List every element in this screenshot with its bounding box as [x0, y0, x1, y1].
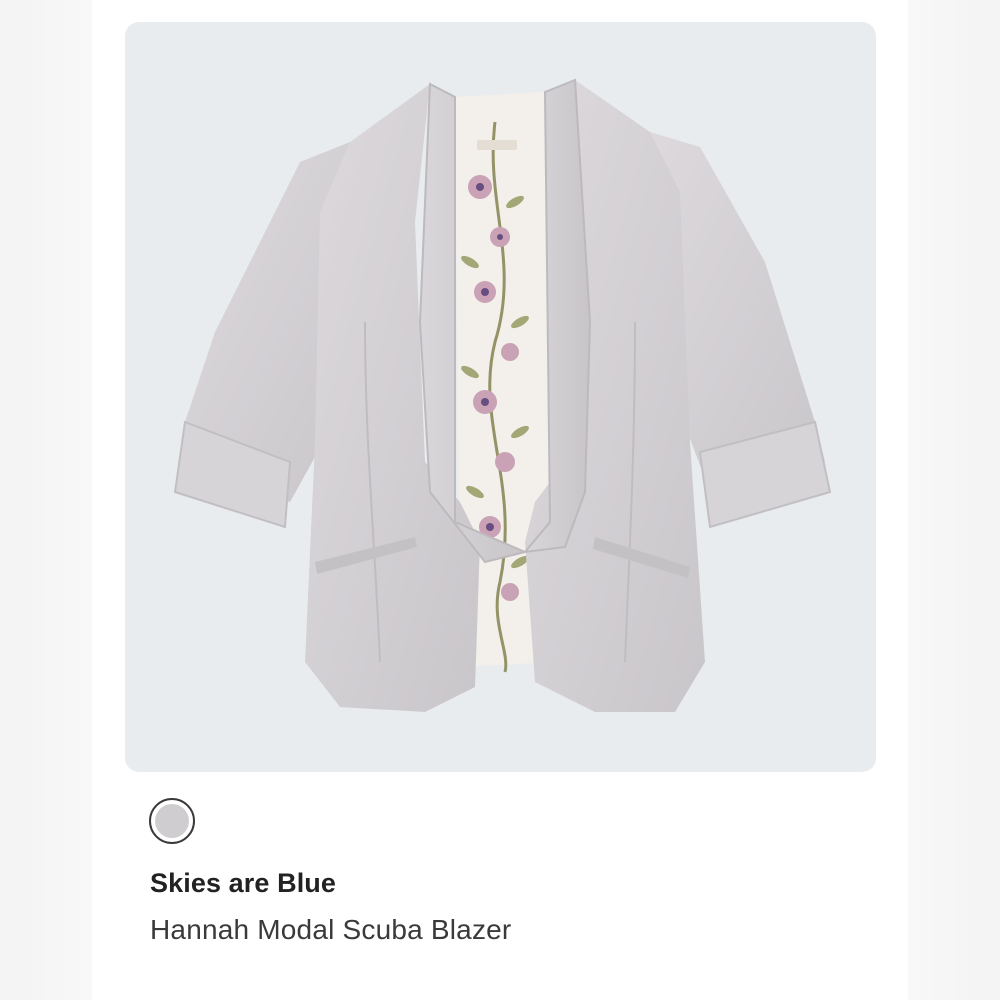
product-brand: Skies are Blue: [150, 868, 337, 898]
product-name: Hannah Modal Scuba Blazer: [150, 914, 512, 945]
right-margin: [908, 0, 1000, 1000]
product-image: [173, 78, 832, 712]
left-margin: [0, 0, 92, 1000]
product-card[interactable]: [125, 22, 876, 772]
color-swatch[interactable]: [149, 798, 195, 844]
swatch-fill: [155, 804, 189, 838]
